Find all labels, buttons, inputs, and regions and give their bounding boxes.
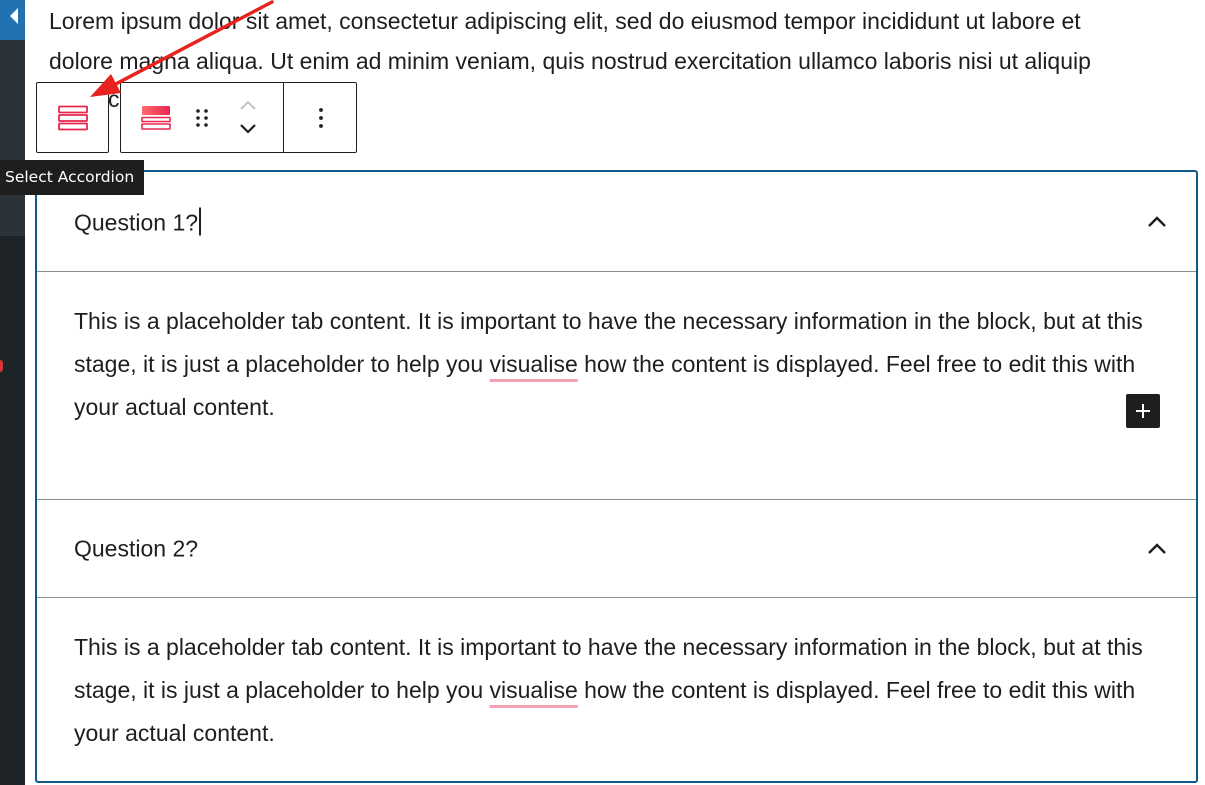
block-toolbar (120, 82, 357, 153)
accordion-list-icon (37, 83, 108, 152)
accordion-item-2-header[interactable]: Question 2? (37, 500, 1196, 598)
accordion-item-1-content[interactable]: This is a placeholder tab content. It is… (74, 300, 1159, 429)
admin-sidebar-active-item[interactable] (0, 0, 25, 40)
text-cursor (199, 207, 202, 235)
tooltip: Select Accordion (0, 160, 145, 195)
drag-handle-icon[interactable] (183, 83, 221, 152)
active-indicator-arrow (10, 8, 18, 24)
accordion-block[interactable]: Question 1? This is a placeholder tab co… (35, 170, 1198, 783)
more-vertical-icon[interactable] (285, 83, 356, 152)
plus-icon[interactable] (1126, 394, 1160, 428)
admin-sidebar (0, 0, 25, 785)
accordion-item-1-header[interactable]: Question 1? (37, 172, 1196, 272)
chevron-up-icon[interactable] (1146, 538, 1168, 560)
chevron-up-icon[interactable] (225, 93, 271, 117)
toolbar-divider (283, 83, 284, 152)
misspelled-word[interactable]: visualise (490, 351, 578, 377)
accordion-item-2-content[interactable]: This is a placeholder tab content. It is… (74, 626, 1159, 755)
notification-dot (0, 360, 3, 372)
intro-line-2: dolore magna aliqua. Ut enim ad minim ve… (49, 48, 1091, 74)
chevron-down-icon[interactable] (225, 117, 271, 141)
intro-line-1: Lorem ipsum dolor sit amet, consectetur … (49, 8, 1081, 34)
accordion-block-icon[interactable] (131, 83, 181, 152)
select-parent-button[interactable] (36, 82, 109, 153)
chevron-up-icon[interactable] (1146, 211, 1168, 233)
accordion-item-1-title[interactable]: Question 1? (74, 207, 202, 236)
misspelled-word[interactable]: visualise (490, 677, 578, 703)
accordion-item-2-title[interactable]: Question 2? (74, 535, 198, 562)
